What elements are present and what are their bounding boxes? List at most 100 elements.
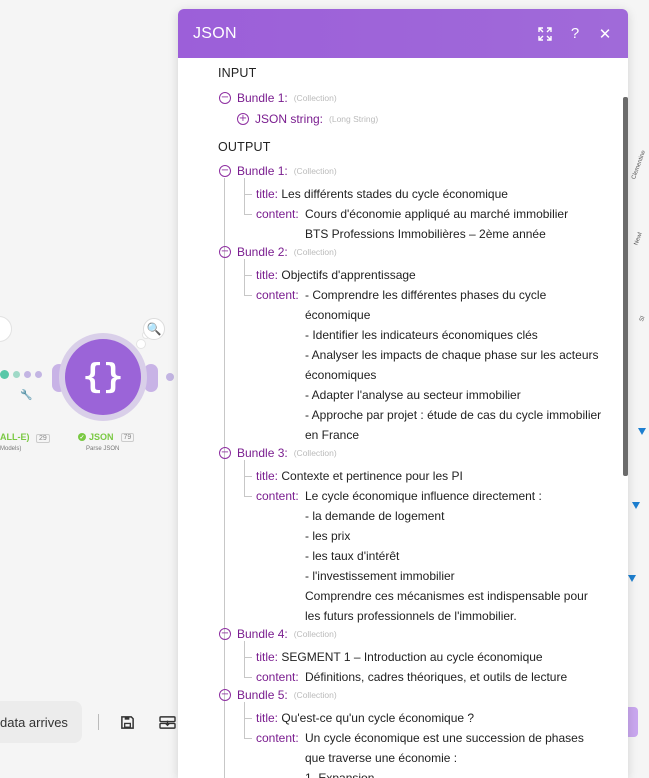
- bundle-name: Bundle 3:: [237, 446, 288, 460]
- collapse-icon[interactable]: −: [219, 92, 231, 104]
- bundle-guide-line: [244, 641, 245, 677]
- content-line: Définitions, cadres théoriques, et outil…: [305, 670, 568, 684]
- branch-line: [244, 194, 252, 195]
- content-line: - Approche par projet : étude de cas du …: [305, 408, 602, 422]
- scrollbar-thumb[interactable]: [623, 97, 628, 476]
- json-module[interactable]: {}: [65, 339, 141, 415]
- content-line: - les prix: [305, 529, 351, 543]
- filter-icon[interactable]: [632, 502, 640, 509]
- bundle-name: Bundle 5:: [237, 688, 288, 702]
- output-bundle-row[interactable]: − Bundle 4: (Collection): [219, 627, 337, 641]
- branch-line: [244, 295, 252, 296]
- connector-bubble[interactable]: [0, 316, 12, 342]
- content-line: - Adapter l'analyse au secteur immobilie…: [305, 388, 521, 402]
- field-key: title:: [256, 469, 279, 483]
- edge-label: Clementine: [631, 149, 648, 181]
- blueprint-icon[interactable]: [155, 710, 179, 734]
- content-line: en France: [305, 428, 360, 442]
- input-heading: INPUT: [218, 66, 257, 80]
- connection-dots: [0, 370, 42, 379]
- save-icon[interactable]: [115, 710, 139, 734]
- content-field[interactable]: content:: [256, 285, 299, 305]
- branch-line: [244, 476, 252, 477]
- input-bundle-row[interactable]: − Bundle 1: (Collection): [219, 91, 337, 105]
- title-field[interactable]: title: Qu'est-ce qu'un cycle économique …: [256, 708, 474, 728]
- wrench-icon[interactable]: 🔧: [20, 390, 32, 401]
- content-line: - l'investissement immobilier: [305, 569, 455, 583]
- content-line: Le cycle économique influence directemen…: [305, 489, 542, 503]
- data-arrives-label: data arrives: [0, 714, 68, 730]
- collapse-icon[interactable]: −: [219, 447, 231, 459]
- content-line: économique: [305, 308, 371, 322]
- content-line: BTS Professions Immobilières – 2ème anné…: [305, 227, 546, 241]
- collapse-icon[interactable]: −: [219, 689, 231, 701]
- bottom-toolbar: data arrives: [0, 700, 200, 744]
- expand-icon[interactable]: [536, 25, 554, 43]
- run-button-edge[interactable]: [628, 707, 638, 737]
- content-field[interactable]: content:: [256, 728, 299, 748]
- field-value: Contexte et pertinence pour les PI: [281, 469, 463, 483]
- type-hint: (Collection): [293, 629, 337, 639]
- output-bundle-row[interactable]: − Bundle 2: (Collection): [219, 245, 337, 259]
- dot: [0, 370, 9, 379]
- type-hint: (Collection): [293, 690, 337, 700]
- title-field[interactable]: title: Objectifs d'apprentissage: [256, 265, 416, 285]
- json-module-label: ✓ JSON 79: [78, 432, 135, 442]
- bundle-name: Bundle 1:: [237, 164, 288, 178]
- title-field[interactable]: title: SEGMENT 1 – Introduction au cycle…: [256, 647, 543, 667]
- expand-plus-icon[interactable]: +: [237, 113, 249, 125]
- field-name: JSON string:: [255, 112, 324, 126]
- field-value: Objectifs d'apprentissage: [281, 268, 416, 282]
- branch-line: [244, 677, 252, 678]
- input-field-row[interactable]: + JSON string: (Long String): [237, 112, 378, 126]
- branch-line: [244, 657, 252, 658]
- field-key: title:: [256, 187, 279, 201]
- output-bundle-row[interactable]: − Bundle 3: (Collection): [219, 446, 337, 460]
- field-key: content:: [256, 731, 299, 745]
- collapse-icon[interactable]: −: [219, 246, 231, 258]
- close-icon[interactable]: ✕: [596, 25, 614, 43]
- bundle-name: Bundle 2:: [237, 245, 288, 259]
- bundle-name: Bundle 4:: [237, 627, 288, 641]
- content-field[interactable]: content:: [256, 667, 299, 687]
- prev-module-subtitle: Models): [0, 446, 22, 452]
- field-key: content:: [256, 207, 299, 221]
- json-output-modal: JSON ? ✕ INPUT − Bundle 1: (Collection) …: [178, 9, 628, 778]
- collapse-icon[interactable]: −: [219, 628, 231, 640]
- content-line: que traverse une économie :: [305, 751, 458, 765]
- output-bundle-row[interactable]: − Bundle 5: (Collection): [219, 688, 337, 702]
- content-line: les futurs professionnels de l'immobilie…: [305, 609, 517, 623]
- search-icon[interactable]: 🔍: [143, 318, 165, 340]
- content-line: - Analyser les impacts de chaque phase s…: [305, 348, 599, 362]
- content-line: économiques: [305, 368, 377, 382]
- content-field[interactable]: content:: [256, 204, 299, 224]
- run-once-pill[interactable]: data arrives: [0, 701, 82, 743]
- help-icon[interactable]: ?: [566, 25, 584, 43]
- json-module-name: JSON: [89, 432, 114, 442]
- field-value: Les différents stades du cycle économiqu…: [281, 187, 508, 201]
- content-line: - Identifier les indicateurs économiques…: [305, 328, 538, 342]
- title-field[interactable]: title: Les différents stades du cycle éc…: [256, 184, 508, 204]
- title-field[interactable]: title: Contexte et pertinence pour les P…: [256, 466, 463, 486]
- filter-icon[interactable]: [628, 575, 636, 582]
- field-key: title:: [256, 650, 279, 664]
- module-id-badge: 29: [36, 434, 50, 443]
- dot: [24, 371, 31, 378]
- module-id-badge: 79: [120, 432, 135, 442]
- dot: [35, 371, 42, 378]
- modal-body[interactable]: INPUT − Bundle 1: (Collection) + JSON st…: [178, 58, 628, 778]
- dot: [13, 371, 20, 378]
- field-value: Qu'est-ce qu'un cycle économique ?: [281, 711, 475, 725]
- field-key: content:: [256, 288, 299, 302]
- branch-line: [244, 738, 252, 739]
- branch-line: [244, 214, 252, 215]
- output-bundle-row[interactable]: − Bundle 1: (Collection): [219, 164, 337, 178]
- field-key: content:: [256, 489, 299, 503]
- bundle-guide-line: [244, 702, 245, 738]
- bundle-guide-line: [244, 460, 245, 496]
- dot: [166, 373, 174, 381]
- collapse-icon[interactable]: −: [219, 165, 231, 177]
- filter-icon[interactable]: [638, 428, 646, 435]
- content-field[interactable]: content:: [256, 486, 299, 506]
- type-hint: (Collection): [293, 93, 337, 103]
